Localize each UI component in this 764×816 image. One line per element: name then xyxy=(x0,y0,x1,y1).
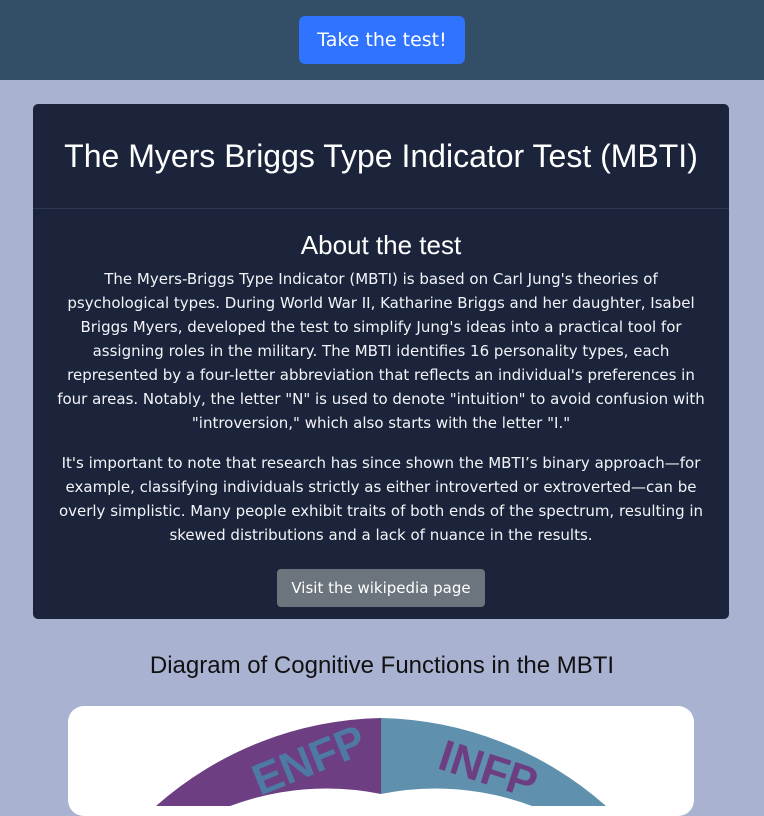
wikipedia-button[interactable]: Visit the wikipedia page xyxy=(277,569,485,607)
take-the-test-button[interactable]: Take the test! xyxy=(299,16,465,64)
diagram-svg: ENFP INFP xyxy=(156,716,606,806)
about-heading: About the test xyxy=(300,230,462,260)
card-header: The Myers Briggs Type Indicator Test (MB… xyxy=(33,104,729,209)
diagram-title: Diagram of Cognitive Functions in the MB… xyxy=(149,652,615,679)
cognitive-functions-diagram: ENFP INFP xyxy=(68,706,694,816)
about-paragraph-2: It's important to note that research has… xyxy=(58,454,704,544)
page-title: The Myers Briggs Type Indicator Test (MB… xyxy=(64,138,698,174)
top-bar: Take the test! xyxy=(0,0,764,80)
card-body: About the test The Myers-Briggs Type Ind… xyxy=(33,209,729,607)
about-card: The Myers Briggs Type Indicator Test (MB… xyxy=(33,104,729,619)
about-paragraph-1: The Myers-Briggs Type Indicator (MBTI) i… xyxy=(57,270,705,432)
